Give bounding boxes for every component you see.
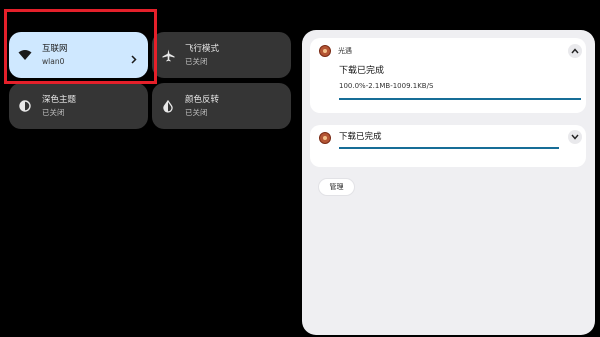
chevron-up-icon <box>571 48 579 54</box>
notification-card[interactable]: 下载已完成 <box>310 125 586 167</box>
app-name: 光遇 <box>338 47 352 55</box>
tile-subtitle: 已关闭 <box>185 107 208 117</box>
tile-title: 互联网 <box>42 44 68 54</box>
tile-title: 深色主题 <box>42 95 77 105</box>
wifi-icon <box>18 48 32 62</box>
chevron-right-icon[interactable] <box>131 49 137 68</box>
progress-bar <box>339 98 581 100</box>
collapse-button[interactable] <box>568 44 582 58</box>
tile-subtitle: wlan0 <box>42 56 65 66</box>
notification-title: 下载已完成 <box>339 66 385 76</box>
notification-card[interactable]: 光遇 下载已完成 100.0%-2.1MB-1009.1KB/S <box>310 38 586 113</box>
tile-subtitle: 已关闭 <box>42 107 65 117</box>
app-avatar-icon <box>319 45 331 57</box>
notification-title: 下载已完成 <box>339 132 382 142</box>
expand-button[interactable] <box>568 130 582 144</box>
chevron-down-icon <box>571 134 579 140</box>
progress-bar <box>339 147 559 149</box>
airplane-icon <box>161 48 175 62</box>
notification-panel: 光遇 下载已完成 100.0%-2.1MB-1009.1KB/S 下载已完成 管… <box>302 30 595 335</box>
tile-airplane-mode[interactable]: 飞行模式 已关闭 <box>152 32 291 78</box>
tile-subtitle: 已关闭 <box>185 56 208 66</box>
tile-color-inversion[interactable]: 颜色反转 已关闭 <box>152 83 291 129</box>
tile-title: 飞行模式 <box>185 44 220 54</box>
invert-colors-icon <box>161 99 175 113</box>
tile-title: 颜色反转 <box>185 95 220 105</box>
notification-text: 100.0%-2.1MB-1009.1KB/S <box>339 82 434 90</box>
tile-dark-theme[interactable]: 深色主题 已关闭 <box>9 83 148 129</box>
contrast-icon <box>18 99 32 113</box>
app-avatar-icon <box>319 132 331 144</box>
tile-internet[interactable]: 互联网 wlan0 <box>9 32 148 78</box>
manage-button[interactable]: 管理 <box>318 178 355 196</box>
